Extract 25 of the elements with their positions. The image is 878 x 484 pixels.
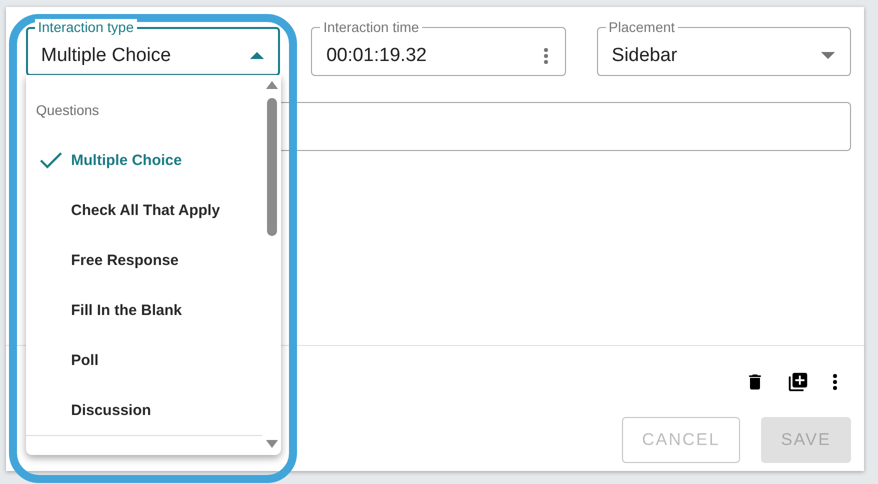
scroll-down-icon[interactable] bbox=[266, 440, 278, 448]
check-icon bbox=[40, 152, 62, 168]
more-icon bbox=[542, 46, 550, 66]
field-label: Interaction time bbox=[320, 19, 422, 35]
group-header: Questions bbox=[35, 101, 100, 120]
field-value: Multiple Choice bbox=[41, 44, 172, 66]
menu-item[interactable]: Poll bbox=[26, 335, 262, 385]
scrollbar-thumb[interactable] bbox=[266, 98, 276, 236]
select-field[interactable]: Placement Sidebar bbox=[596, 19, 851, 76]
menu-item[interactable]: Fill In the Blank bbox=[26, 285, 262, 335]
select-field[interactable]: Interaction type Multiple Choice bbox=[26, 19, 280, 76]
menu-item[interactable]: Free Response bbox=[26, 235, 262, 285]
field-value: 00:01:19.32 bbox=[326, 44, 428, 66]
caret-icon bbox=[250, 52, 264, 59]
field-label: Placement bbox=[606, 19, 678, 35]
field-label: Interaction type bbox=[35, 19, 137, 35]
add-copy-icon[interactable] bbox=[787, 371, 809, 393]
caret-icon bbox=[820, 52, 835, 59]
field-value: Sidebar bbox=[612, 44, 678, 66]
menu-item[interactable]: Check All That Apply bbox=[26, 185, 262, 235]
menu-item[interactable]: Multiple Choice bbox=[26, 135, 262, 185]
input-field[interactable]: Interaction time 00:01:19.32 bbox=[311, 19, 566, 76]
menu-item[interactable]: Discussion bbox=[26, 385, 262, 436]
scroll-up-icon[interactable] bbox=[266, 81, 278, 89]
more-icon[interactable] bbox=[831, 372, 839, 392]
